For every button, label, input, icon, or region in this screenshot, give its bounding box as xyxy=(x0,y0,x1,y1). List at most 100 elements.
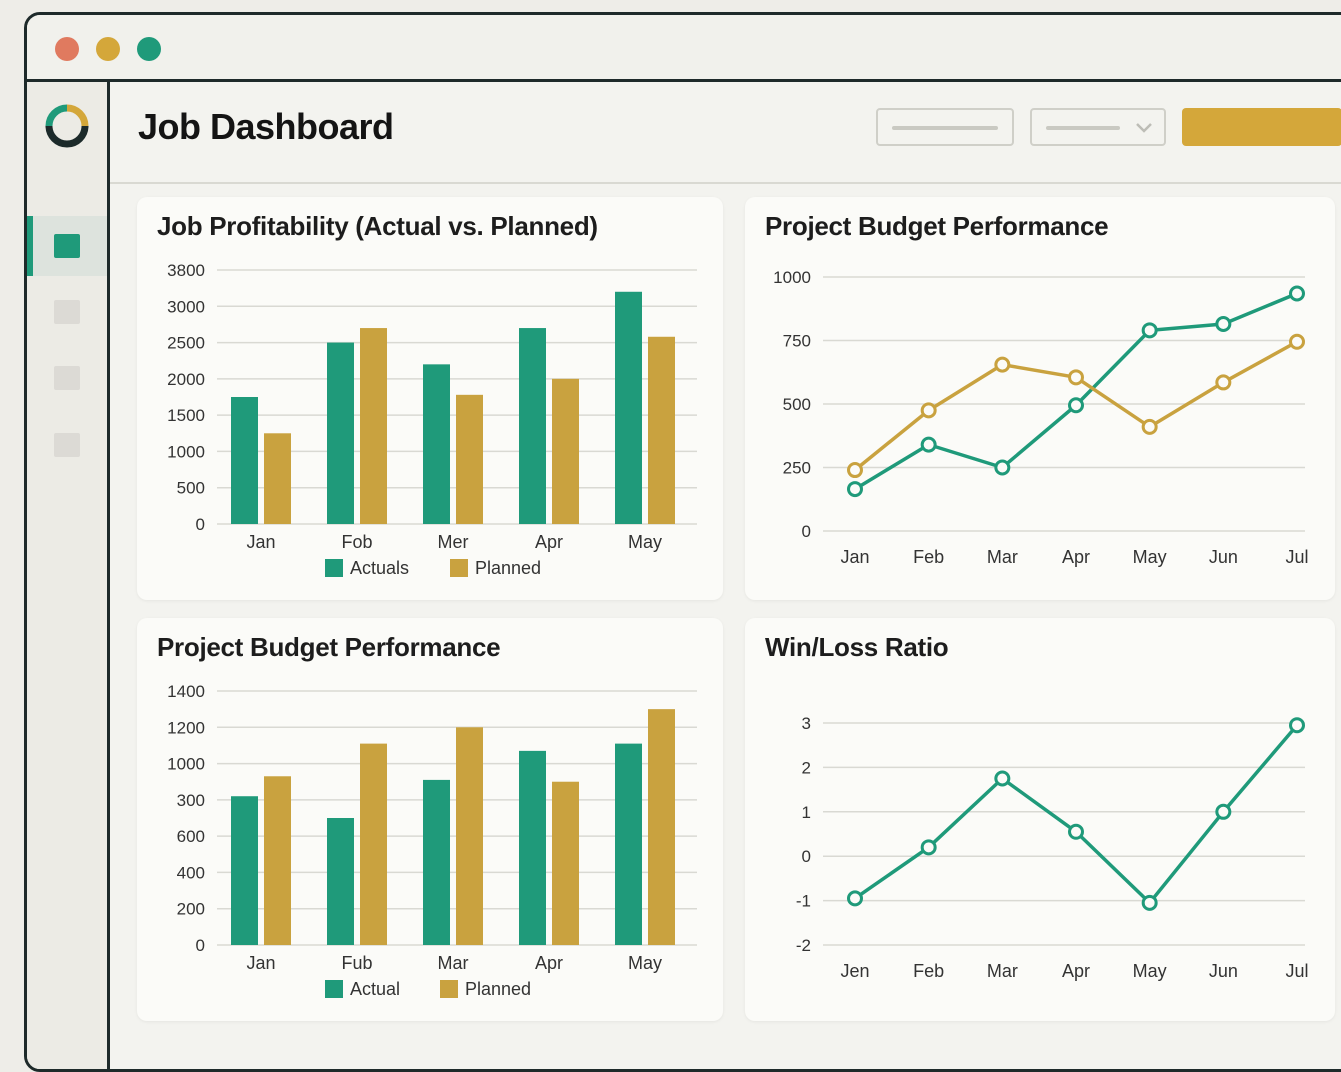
data-point xyxy=(1215,803,1232,820)
sidebar-item-3[interactable] xyxy=(27,348,107,408)
x-tick-label: Mar xyxy=(438,953,469,973)
header-primary-button[interactable] xyxy=(1182,108,1341,146)
bar-actual xyxy=(327,818,354,945)
x-tick-label: Jul xyxy=(1285,961,1308,981)
y-tick-label: 1500 xyxy=(167,406,205,425)
bar-planned xyxy=(264,433,291,524)
x-tick-label: Jun xyxy=(1209,961,1238,981)
y-tick-label: 3800 xyxy=(167,261,205,280)
data-point xyxy=(847,890,863,907)
x-tick-label: Mar xyxy=(987,961,1018,981)
bar-actuals xyxy=(423,364,450,524)
data-point xyxy=(1068,823,1084,840)
chart-card-budget-line: Project Budget Performance 0 250 500 750 100… xyxy=(745,197,1335,600)
x-tick-label: Jan xyxy=(246,532,275,552)
winloss-chart: -2 -1 0 1 2 3 Jen Feb Mar Apr May Jun Jul xyxy=(796,714,1309,981)
x-tick-label: Fub xyxy=(341,953,372,973)
y-tick-label: 2500 xyxy=(167,334,205,353)
bar-planned xyxy=(552,781,579,945)
bar-actual xyxy=(519,750,546,945)
sidebar-item-2[interactable] xyxy=(27,282,107,342)
bar-planned xyxy=(264,776,291,945)
title-bar xyxy=(27,15,1341,82)
page-header: Job Dashboard xyxy=(110,82,1341,184)
data-point xyxy=(1215,374,1232,391)
header-dropdown[interactable] xyxy=(1030,108,1166,146)
budget-bar-chart: 0 200 400 600 300 1000 1200 1400 Jan Fub Mar Apr May… xyxy=(167,682,697,999)
chart-card-profitability: Job Profitability (Actual vs. Planned) 0… xyxy=(137,197,723,600)
profitability-chart: 0 500 1000 1500 2000 2500 3000 3800 Jan Fob Mer Apr… xyxy=(167,261,697,578)
page-title: Job Dashboard xyxy=(138,106,394,147)
x-tick-label: Jan xyxy=(840,547,869,567)
y-tick-label: 250 xyxy=(783,459,811,478)
y-tick-label: 1200 xyxy=(167,718,205,737)
dashboard-icon xyxy=(54,234,80,258)
y-tick-label: 2000 xyxy=(167,370,205,389)
menu-placeholder-icon xyxy=(54,300,80,324)
data-point xyxy=(1289,717,1305,734)
data-point xyxy=(1141,322,1158,339)
y-tick-label: 500 xyxy=(783,395,811,414)
bar-actuals xyxy=(615,291,642,524)
sidebar-item-4[interactable] xyxy=(27,415,107,475)
x-tick-label: Jul xyxy=(1285,547,1308,567)
bar-planned xyxy=(456,727,483,945)
y-tick-label: 1000 xyxy=(167,755,205,774)
x-tick-label: Mar xyxy=(987,547,1018,567)
menu-placeholder-icon xyxy=(54,433,80,457)
chart-card-budget-bar: Project Budget Performance 0 200 400 600 300… xyxy=(137,618,723,1021)
x-tick-label: Fob xyxy=(341,532,372,552)
y-tick-label: 2 xyxy=(802,758,811,777)
x-tick-label: Jun xyxy=(1209,547,1238,567)
y-tick-label: 200 xyxy=(177,900,205,919)
y-tick-label: 0 xyxy=(196,515,205,534)
bar-planned xyxy=(360,743,387,945)
legend-swatch-icon xyxy=(440,980,458,998)
x-tick-label: May xyxy=(628,953,662,973)
y-tick-label: 1000 xyxy=(773,268,811,287)
menu-placeholder-icon xyxy=(54,366,80,390)
data-point xyxy=(1141,418,1158,435)
legend-swatch-icon xyxy=(325,559,343,577)
bar-planned xyxy=(456,394,483,524)
legend-label: Planned xyxy=(475,558,541,578)
x-tick-label: May xyxy=(628,532,662,552)
y-tick-label: 1 xyxy=(802,803,811,822)
y-tick-label: 0 xyxy=(802,847,811,866)
legend-label: Actuals xyxy=(350,558,409,578)
data-point xyxy=(994,459,1011,476)
y-tick-label: 0 xyxy=(802,522,811,541)
data-point xyxy=(1141,894,1158,911)
sidebar xyxy=(27,82,110,1069)
data-point xyxy=(920,839,937,856)
y-tick-label: 1000 xyxy=(167,442,205,461)
y-tick-label: 1400 xyxy=(167,682,205,701)
bar-actuals xyxy=(231,397,258,524)
bar-planned xyxy=(552,378,579,524)
legend-label: Planned xyxy=(465,979,531,999)
bar-actual xyxy=(423,779,450,945)
x-tick-label: Mer xyxy=(438,532,469,552)
ring-logo-icon xyxy=(45,104,89,148)
bar-actual xyxy=(231,796,258,945)
y-tick-label: 3000 xyxy=(167,297,205,316)
x-tick-label: May xyxy=(1133,547,1167,567)
chevron-down-icon xyxy=(1136,123,1152,133)
x-tick-label: Feb xyxy=(913,961,944,981)
data-point xyxy=(920,402,937,419)
data-point xyxy=(847,481,863,498)
close-window-button[interactable] xyxy=(55,37,79,61)
data-point xyxy=(1289,333,1305,350)
y-tick-label: 0 xyxy=(196,936,205,955)
x-tick-label: May xyxy=(1133,961,1167,981)
sidebar-item-1[interactable] xyxy=(27,216,107,276)
data-point xyxy=(1068,369,1084,386)
header-text-button[interactable] xyxy=(876,108,1014,146)
minimize-window-button[interactable] xyxy=(96,37,120,61)
data-point xyxy=(994,770,1011,787)
y-tick-label: 400 xyxy=(177,863,205,882)
maximize-window-button[interactable] xyxy=(137,37,161,61)
x-tick-label: Jen xyxy=(840,961,869,981)
y-tick-label: 300 xyxy=(177,791,205,810)
data-point xyxy=(847,462,863,479)
